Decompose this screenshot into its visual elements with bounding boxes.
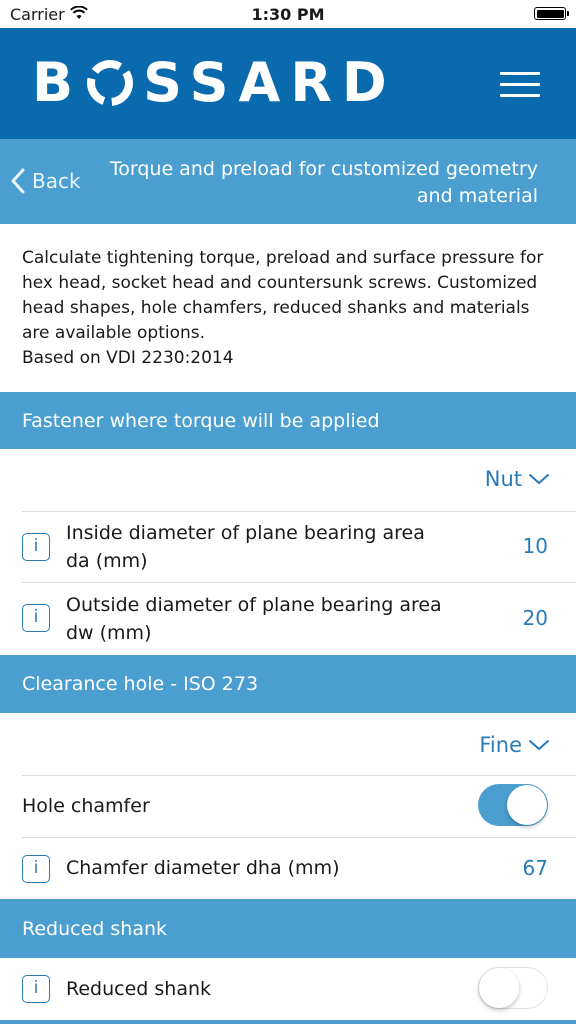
- row-label: Outside diameter of plane bearing area d…: [66, 594, 442, 644]
- info-icon[interactable]: i: [22, 975, 50, 1003]
- list-item-inside-diameter: i Inside diameter of plane bearing area …: [0, 512, 576, 582]
- hole-chamfer-toggle[interactable]: [478, 784, 548, 826]
- list-item-reduced-shank: i Reduced shank: [0, 958, 576, 1020]
- section-title: Reduced shank: [22, 917, 168, 940]
- hamburger-menu-icon[interactable]: [500, 72, 540, 98]
- clock: 1:30 PM: [251, 5, 325, 24]
- description: Calculate tightening torque, preload and…: [22, 246, 562, 371]
- reduced-shank-toggle[interactable]: [478, 967, 548, 1009]
- toggle-knob: [479, 968, 519, 1008]
- hole-chamfer-label: Hole chamfer: [22, 795, 150, 817]
- brand-header: B SSARD: [0, 28, 576, 139]
- row-label: Inside diameter of plane bearing area da…: [66, 522, 425, 572]
- row-label: Reduced shank: [66, 978, 212, 1000]
- picker-value: Nut: [484, 467, 522, 491]
- chevron-left-icon: [11, 168, 25, 194]
- toggle-knob: [507, 785, 547, 825]
- row-label: Chamfer diameter dha (mm): [66, 857, 340, 879]
- description-basis: Based on VDI 2230:2014: [22, 348, 234, 368]
- info-icon[interactable]: i: [22, 855, 50, 883]
- battery-icon: [534, 7, 569, 20]
- list-item-hole-chamfer: Hole chamfer: [0, 776, 576, 837]
- outside-diameter-value[interactable]: 20: [523, 606, 548, 630]
- navigation-bar: Back Torque and preload for customized g…: [0, 139, 576, 224]
- inside-diameter-value[interactable]: 10: [523, 534, 548, 558]
- section-header-fastener: Fastener where torque will be applied: [0, 392, 576, 449]
- clearance-type-picker[interactable]: Fine: [479, 733, 550, 757]
- info-icon[interactable]: i: [22, 533, 50, 561]
- picker-value: Fine: [479, 733, 522, 757]
- fastener-type-row[interactable]: Nut: [0, 449, 576, 511]
- info-icon[interactable]: i: [22, 604, 50, 632]
- back-label: Back: [32, 169, 81, 193]
- page-title: Torque and preload for customized geomet…: [109, 158, 538, 207]
- chevron-down-icon: [529, 474, 549, 485]
- logo-ring-icon: [87, 60, 134, 106]
- section-header-next: [0, 1020, 576, 1024]
- section-title: Clearance hole - ISO 273: [22, 673, 259, 695]
- description-text: Calculate tightening torque, preload and…: [22, 248, 544, 343]
- back-button[interactable]: Back: [10, 167, 81, 195]
- section-header-reduced-shank: Reduced shank: [0, 899, 576, 958]
- chevron-down-icon: [529, 740, 549, 751]
- bossard-logo: B SSARD: [32, 51, 397, 114]
- chamfer-diameter-value[interactable]: 67: [523, 856, 548, 880]
- list-item-chamfer-diameter: i Chamfer diameter dha (mm) 67: [0, 838, 576, 899]
- section-header-clearance-hole: Clearance hole - ISO 273: [0, 655, 576, 713]
- section-title: Fastener where torque will be applied: [22, 409, 380, 432]
- status-bar: Carrier 1:30 PM: [0, 0, 576, 28]
- fastener-type-picker[interactable]: Nut: [485, 467, 550, 491]
- clearance-type-row[interactable]: Fine: [0, 713, 576, 775]
- list-item-outside-diameter: i Outside diameter of plane bearing area…: [0, 583, 576, 655]
